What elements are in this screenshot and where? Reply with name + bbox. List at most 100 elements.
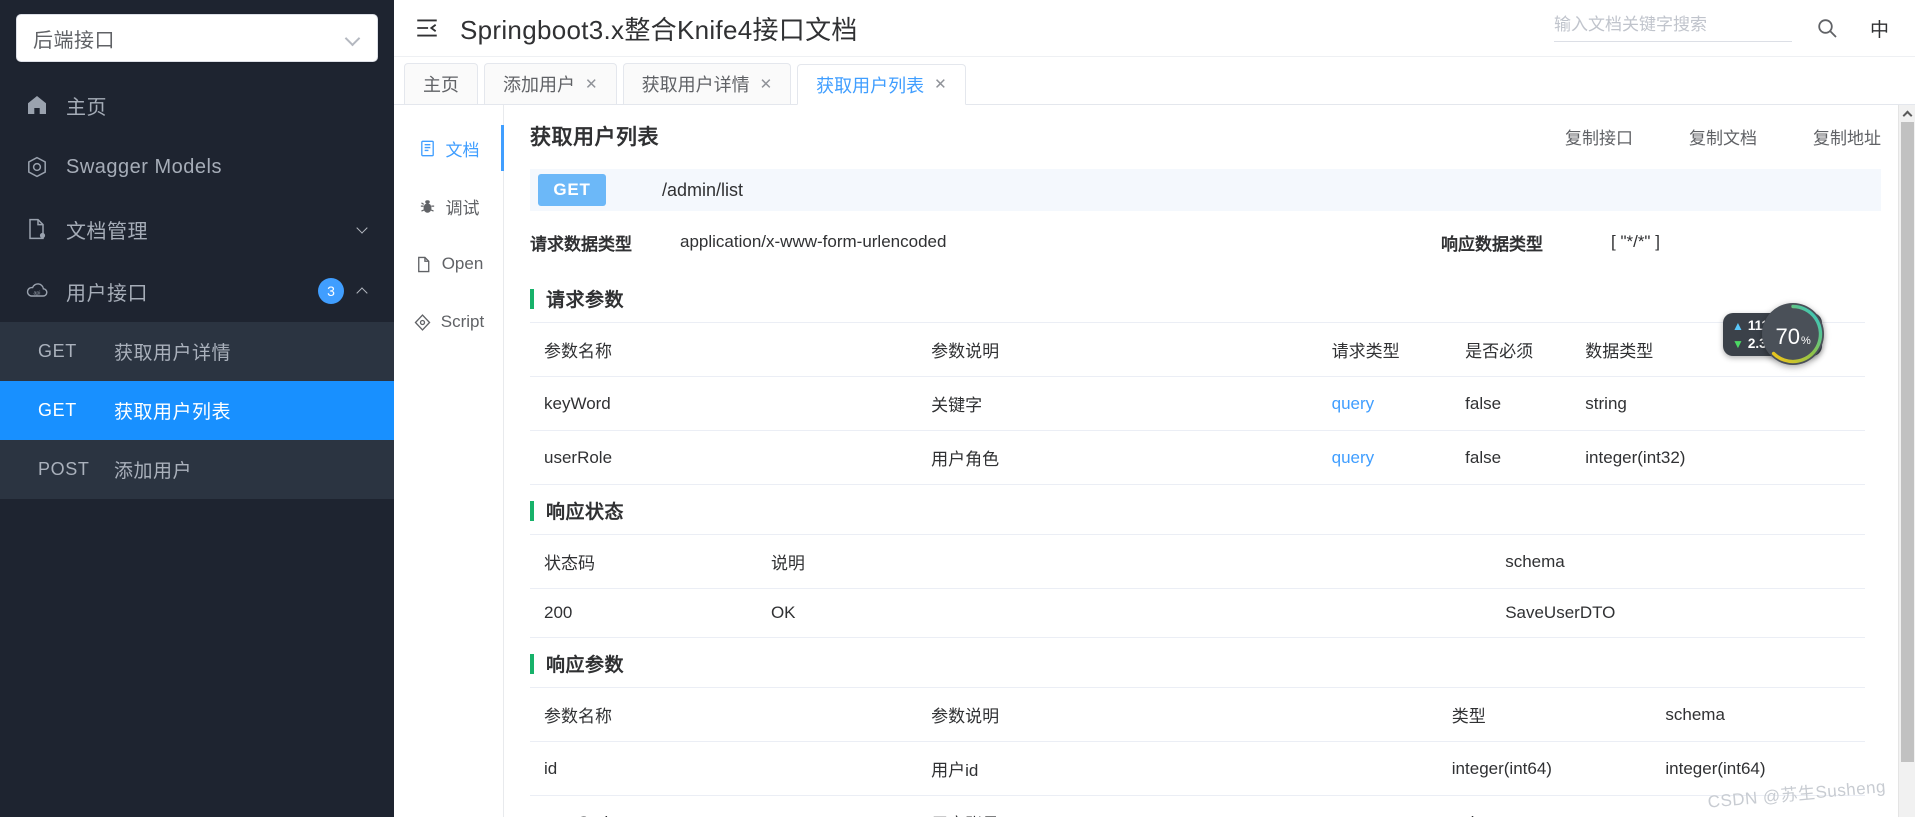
close-icon[interactable]: ✕: [585, 77, 598, 92]
workspace: 文档 调试 Open Script 获取用户列表 复制接口 复制文档 复制地址 …: [394, 105, 1915, 817]
tab-label: 主页: [423, 75, 459, 95]
scrollbar-thumb[interactable]: [1901, 122, 1914, 762]
column-header: 类型: [1437, 687, 1652, 742]
document-settings-icon: [24, 216, 50, 242]
param-in[interactable]: query: [1317, 430, 1452, 485]
param-required: false: [1451, 376, 1572, 431]
inner-nav-label: 调试: [445, 198, 480, 218]
inner-nav-item-script[interactable]: Script: [394, 293, 503, 351]
chevron-down-icon: [345, 30, 361, 46]
response-status-table: 状态码 说明 schema 200 OK SaveUserDTO: [530, 534, 1865, 638]
cloud-api-icon: api: [24, 278, 50, 304]
param-schema: [1731, 430, 1865, 485]
response-status-table-wrap: 状态码 说明 schema 200 OK SaveUserDTO: [530, 534, 1881, 638]
cpu-gauge-unit: %: [1800, 335, 1811, 347]
inner-nav: 文档 调试 Open Script: [394, 105, 504, 817]
param-desc: 用户角色: [917, 430, 1318, 485]
sidebar-item-user-api[interactable]: api 用户接口 3: [0, 260, 394, 322]
column-header: 状态码: [530, 534, 757, 589]
scroll-up-button[interactable]: [1899, 105, 1915, 122]
inner-nav-item-document[interactable]: 文档: [394, 119, 504, 177]
cpu-gauge: 70 %: [1762, 303, 1825, 365]
section-response-status: 响应状态: [530, 497, 1907, 524]
sidebar-item-document-management-label: 文档管理: [66, 220, 148, 243]
param-type: integer(int64): [1437, 741, 1652, 796]
arrow-down-icon: ▼: [1732, 337, 1744, 351]
svg-text:api: api: [34, 290, 41, 296]
tab-add-user[interactable]: 添加用户 ✕: [484, 63, 617, 104]
swagger-icon: [24, 154, 50, 180]
vertical-scrollbar[interactable]: [1898, 105, 1915, 817]
language-toggle-button[interactable]: 中: [1870, 15, 1889, 42]
arrow-up-icon: ▲: [1732, 319, 1744, 333]
param-type: string: [1437, 795, 1652, 817]
sidebar-item-document-management[interactable]: 文档管理: [0, 198, 394, 260]
collapse-sidebar-icon[interactable]: [412, 13, 442, 43]
script-icon: [413, 312, 433, 332]
search-input[interactable]: [1553, 14, 1792, 35]
tab-get-user-detail[interactable]: 获取用户详情 ✕: [622, 63, 792, 104]
column-header: schema: [1491, 534, 1865, 589]
sidebar-item-swagger-models[interactable]: Swagger Models: [0, 136, 394, 198]
copy-document-button[interactable]: 复制文档: [1689, 124, 1757, 149]
api-name-label: 添加用户: [114, 461, 193, 482]
section-title-text: 响应状态: [546, 502, 625, 523]
table-header-row: 状态码 说明 schema: [530, 534, 1865, 589]
tab-label: 添加用户: [503, 75, 575, 95]
endpoint-meta-row: 请求数据类型 application/x-www-form-urlencoded…: [530, 211, 1881, 273]
copy-interface-button[interactable]: 复制接口: [1565, 124, 1633, 149]
table-header-row: 参数名称 参数说明 请求类型 是否必须 数据类型 schema: [530, 322, 1865, 377]
network-speed-widget[interactable]: ▲ 111 K/s ▼ 2.3 K/s 7: [1723, 303, 1825, 365]
section-title-text: 响应参数: [546, 655, 625, 676]
table-row: keyWord 关键字 query false string: [530, 376, 1865, 431]
column-header: 说明: [756, 534, 1492, 589]
inner-nav-label: Open: [441, 254, 484, 273]
sidebar-api-list: GET 获取用户详情 GET 获取用户列表 POST 添加用户: [0, 322, 394, 499]
param-desc: 用户账号: [917, 795, 1438, 817]
topbar: Springboot3.x整合Knife4接口文档 中: [394, 0, 1915, 57]
tab-home[interactable]: 主页: [404, 63, 478, 104]
sidebar-api-item-add-user[interactable]: POST 添加用户: [0, 440, 394, 499]
response-params-table: 参数名称 参数说明 类型 schema id 用户id integer(int6…: [530, 687, 1865, 817]
search-wrapper: [1553, 14, 1792, 42]
inner-nav-item-open[interactable]: Open: [394, 235, 503, 293]
section-accent-bar: [530, 653, 534, 674]
project-select[interactable]: 后端接口: [16, 14, 378, 62]
inner-nav-item-debug[interactable]: 调试: [394, 177, 503, 235]
endpoint-title: 获取用户列表: [530, 126, 659, 149]
request-type-value: application/x-www-form-urlencoded: [680, 232, 947, 251]
sidebar-item-user-api-label: 用户接口: [66, 282, 148, 305]
table-row: 200 OK SaveUserDTO: [530, 588, 1865, 638]
param-required: false: [1451, 430, 1572, 485]
param-name: userCode: [530, 795, 918, 817]
copy-address-button[interactable]: 复制地址: [1813, 124, 1881, 149]
api-name-label: 获取用户详情: [114, 343, 232, 364]
cpu-gauge-value: 70: [1775, 324, 1800, 349]
api-name-label: 获取用户列表: [114, 402, 232, 423]
section-response-params: 响应参数: [530, 650, 1907, 677]
section-request-params: 请求参数: [530, 285, 1907, 312]
column-header: 请求类型: [1317, 322, 1452, 377]
section-title-text: 请求参数: [546, 290, 625, 311]
param-name: userRole: [530, 430, 918, 485]
search-icon[interactable]: [1812, 13, 1842, 43]
param-in[interactable]: query: [1317, 376, 1452, 431]
column-header: 参数名称: [530, 322, 918, 377]
response-type-value: [ "*/*" ]: [1611, 232, 1660, 251]
column-header: schema: [1651, 687, 1865, 742]
tab-get-user-list[interactable]: 获取用户列表 ✕: [797, 64, 966, 105]
sidebar-item-user-api-badge: 3: [318, 278, 344, 304]
page-title: Springboot3.x整合Knife4接口文档: [460, 14, 858, 45]
sidebar-api-item-get-user-list[interactable]: GET 获取用户列表: [0, 381, 394, 440]
chevron-up-icon[interactable]: [356, 283, 372, 299]
chevron-down-icon[interactable]: [356, 221, 372, 237]
endpoint-header: 获取用户列表 复制接口 复制文档 复制地址: [530, 121, 1907, 151]
column-header: 参数说明: [917, 687, 1438, 742]
file-icon: [414, 254, 434, 274]
sidebar-item-home[interactable]: 主页: [0, 74, 394, 136]
table-row: id 用户id integer(int64) integer(int64): [530, 741, 1865, 796]
sidebar-api-item-get-user-detail[interactable]: GET 获取用户详情: [0, 322, 394, 381]
param-schema: [1651, 795, 1865, 817]
close-icon[interactable]: ✕: [760, 77, 773, 92]
close-icon[interactable]: ✕: [934, 77, 947, 92]
